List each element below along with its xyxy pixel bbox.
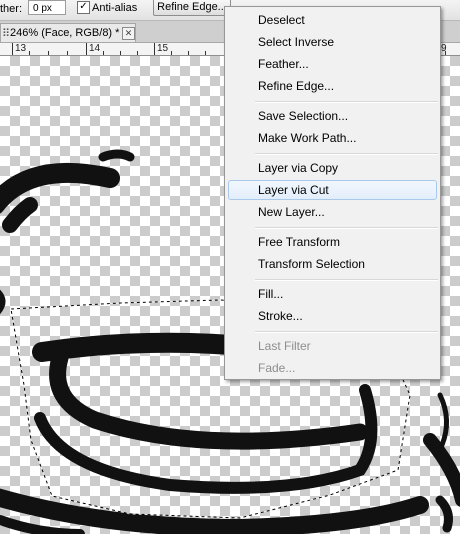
- refine-edge-button[interactable]: Refine Edge...: [153, 0, 231, 16]
- menu-item-last-filter: Last Filter: [258, 339, 311, 353]
- document-tab[interactable]: ⠿ 246% (Face, RGB/8) * ✕: [0, 23, 136, 42]
- menu-item-make-work-path[interactable]: Make Work Path...: [228, 128, 437, 148]
- ruler-label: 9: [441, 43, 447, 54]
- menu-item-deselect[interactable]: Deselect: [228, 10, 437, 30]
- menu-item-refine-edge[interactable]: Refine Edge...: [228, 76, 437, 96]
- anti-alias-label: Anti-alias: [92, 2, 138, 14]
- menu-item-select-inverse[interactable]: Select Inverse: [228, 32, 437, 52]
- document-icon: ⠿: [2, 28, 11, 40]
- ruler-label: 15: [157, 43, 169, 54]
- menu-separator: [255, 153, 438, 155]
- menu-item-layer-via-cut[interactable]: Layer via Cut: [228, 180, 437, 200]
- ruler-label: 14: [89, 43, 101, 54]
- menu-item-feather[interactable]: Feather...: [228, 54, 437, 74]
- menu-item-stroke[interactable]: Stroke...: [228, 306, 437, 326]
- menu-item-fill[interactable]: Fill...: [228, 284, 437, 304]
- menu-item-new-layer[interactable]: New Layer...: [228, 202, 437, 222]
- menu-item-free-transform[interactable]: Free Transform: [228, 232, 437, 252]
- close-icon[interactable]: ✕: [122, 27, 135, 40]
- feather-label: ther:: [0, 3, 23, 15]
- anti-alias-checkbox[interactable]: ✓: [77, 1, 90, 14]
- context-menu: Deselect Select Inverse Feather... Refin…: [224, 6, 441, 380]
- menu-separator: [255, 331, 438, 333]
- menu-separator: [255, 279, 438, 281]
- document-title: 246% (Face, RGB/8) *: [10, 27, 120, 39]
- menu-separator: [255, 101, 438, 103]
- menu-separator: [255, 227, 438, 229]
- feather-input[interactable]: 0 px: [28, 0, 66, 15]
- menu-item-transform-selection[interactable]: Transform Selection: [228, 254, 437, 274]
- ruler-label: 13: [15, 43, 27, 54]
- menu-item-layer-via-copy[interactable]: Layer via Copy: [228, 158, 437, 178]
- menu-item-fade: Fade...: [258, 361, 296, 375]
- menu-item-save-selection[interactable]: Save Selection...: [228, 106, 437, 126]
